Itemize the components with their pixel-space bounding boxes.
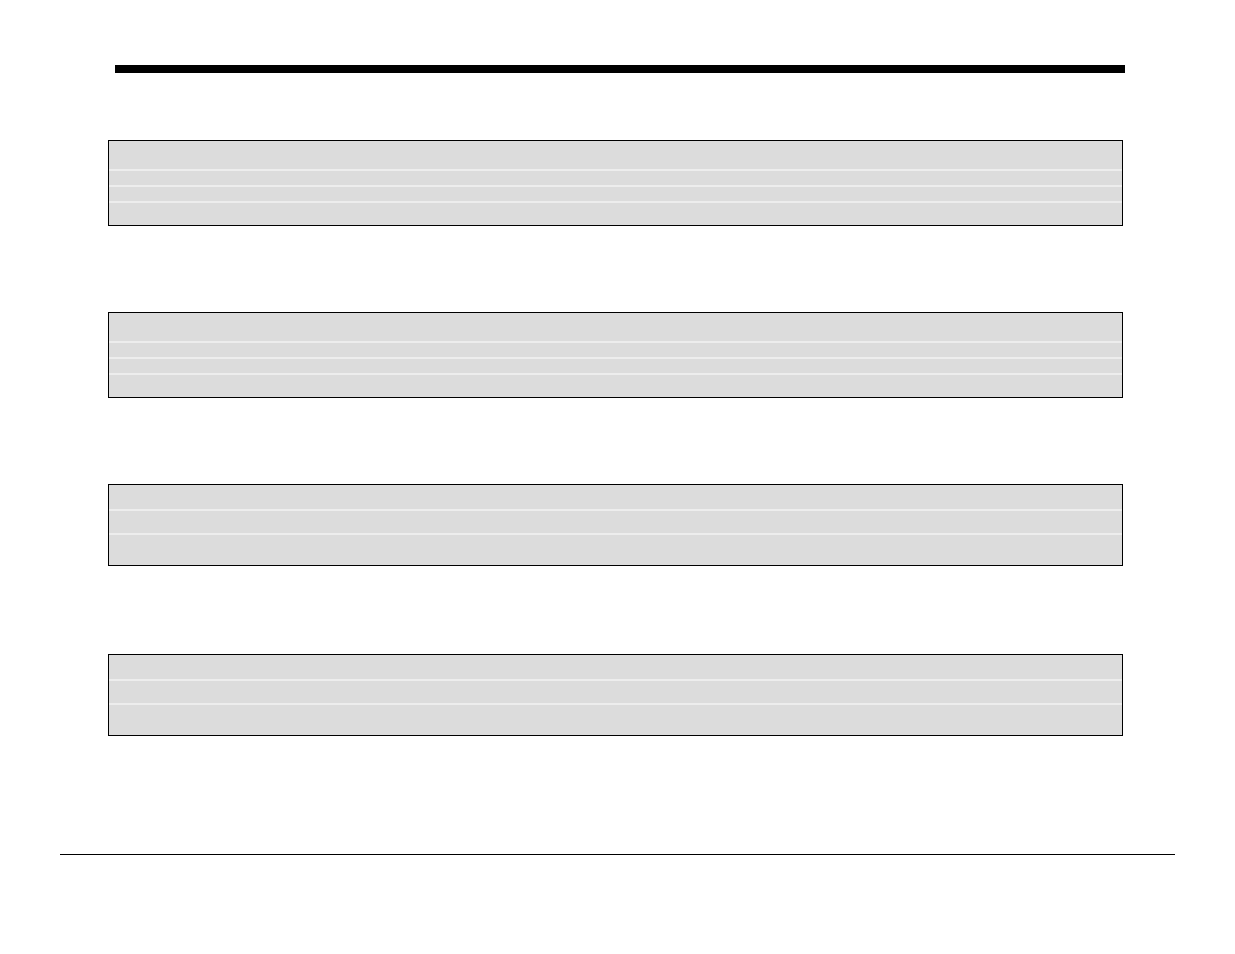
title-rule: [115, 65, 1125, 73]
shaded-panel-3: [108, 484, 1123, 566]
shaded-panel-4: [108, 654, 1123, 736]
footer-rule: [60, 854, 1175, 855]
shaded-panel-2: [108, 312, 1123, 398]
shaded-panel-1: [108, 140, 1123, 226]
document-page: [0, 0, 1235, 954]
